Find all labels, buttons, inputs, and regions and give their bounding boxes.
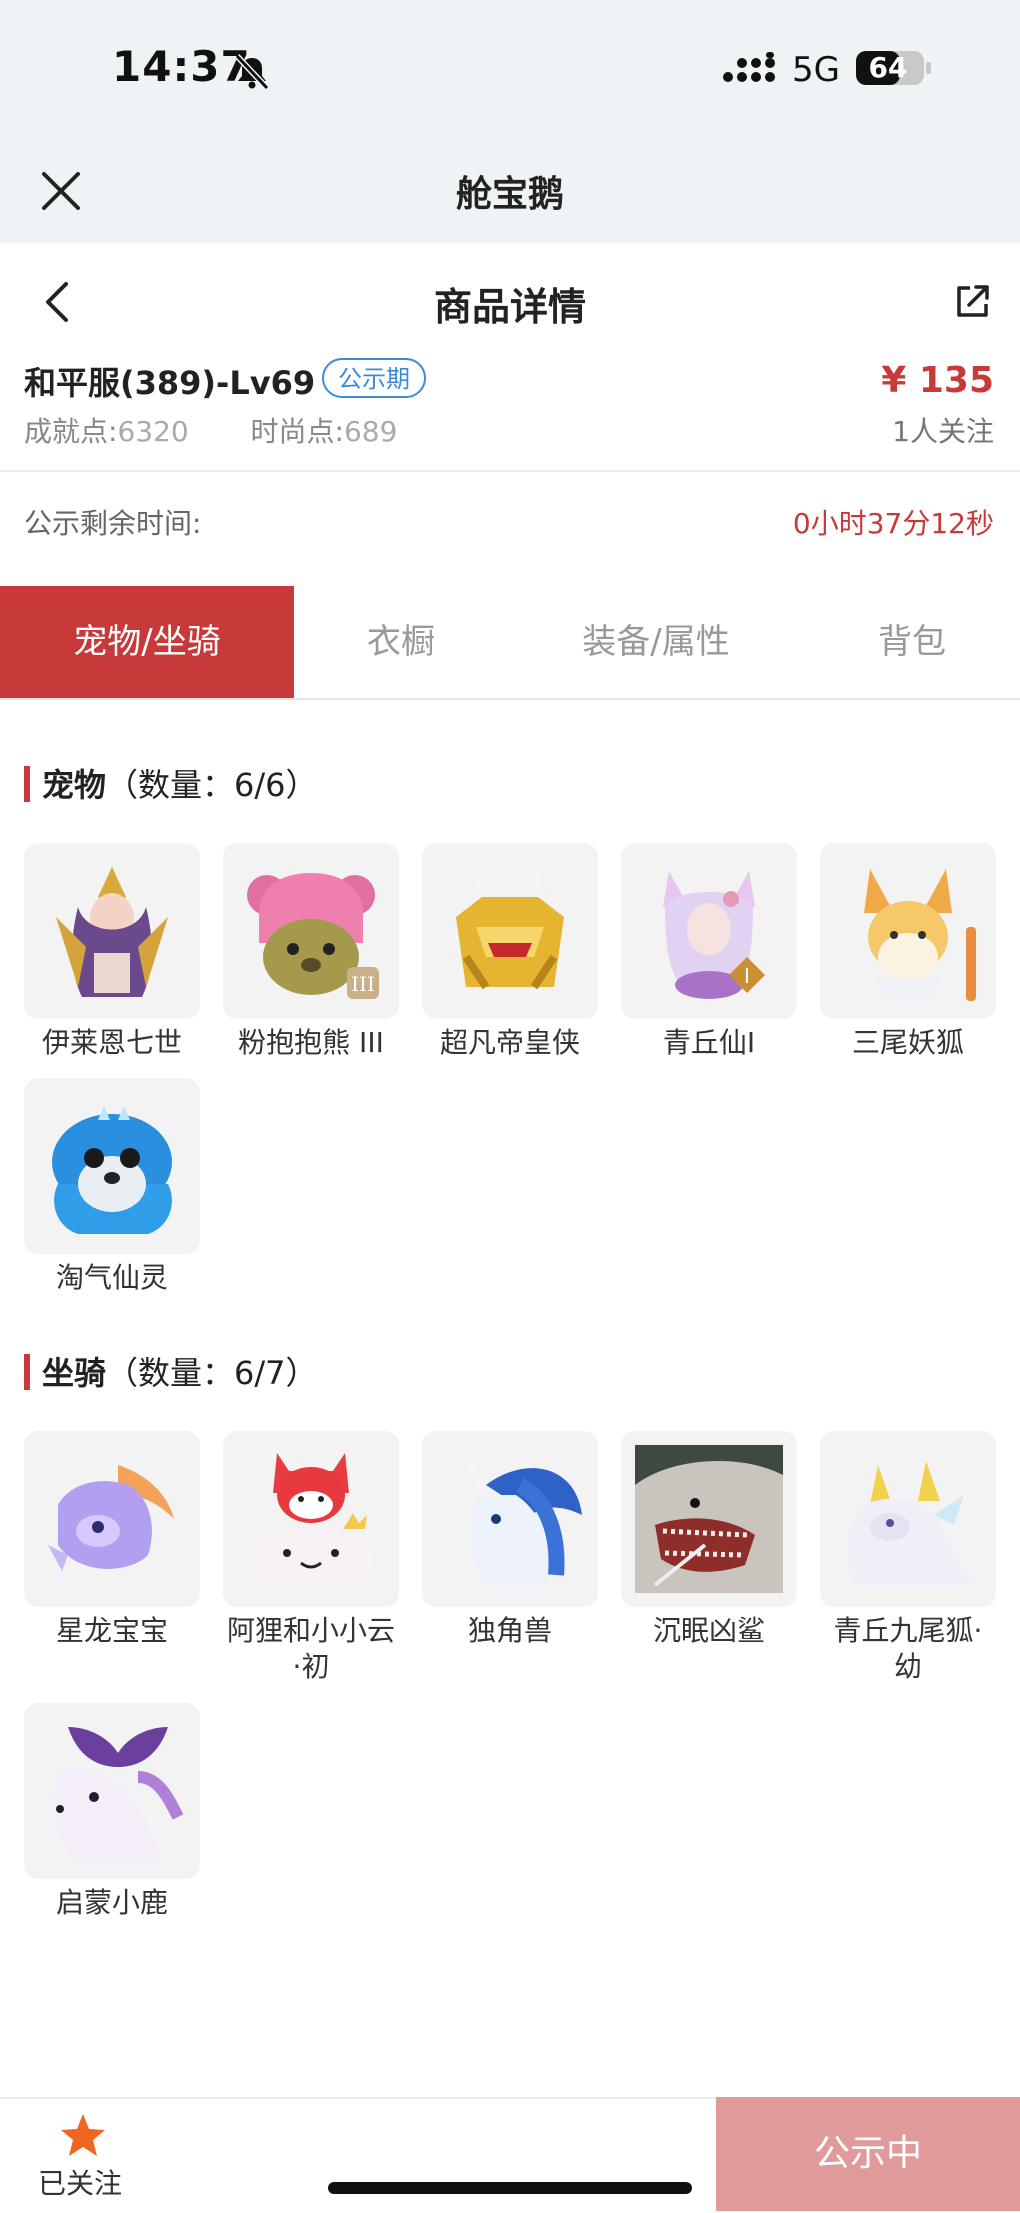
pet-image — [422, 843, 598, 1019]
remaining-time-label: 公示剩余时间: — [24, 507, 202, 540]
mount-image — [820, 1431, 996, 1607]
network-label: 5G — [792, 50, 840, 90]
battery-level: 64 — [868, 51, 908, 84]
svg-text:I: I — [744, 964, 750, 988]
follow-button[interactable]: 已关注 — [38, 2162, 122, 2202]
mounts-title: 坐骑 — [42, 1354, 107, 1392]
pet-image: I — [621, 843, 797, 1019]
app-title: 舱宝鹅 — [455, 174, 564, 215]
pet-label: 超凡帝皇侠 — [439, 1026, 580, 1059]
mount-image — [24, 1703, 200, 1879]
divider — [0, 470, 1020, 472]
mount-item[interactable]: 星龙宝宝 — [24, 1431, 200, 1649]
pet-item[interactable]: I 青丘仙I — [621, 843, 797, 1061]
signal-icon — [723, 52, 775, 82]
pets-title: 宠物 — [42, 766, 107, 804]
mount-item[interactable]: 沉眠凶鲨 — [621, 1431, 797, 1649]
tab-wardrobe[interactable]: 衣橱 — [294, 586, 508, 698]
product-stats: 成就点:6320 时尚点:689 — [24, 410, 397, 450]
home-indicator — [328, 2182, 692, 2194]
mount-item[interactable]: 独角兽 — [422, 1431, 598, 1649]
pet-item[interactable]: 伊莱恩七世 — [24, 843, 200, 1061]
pet-image — [24, 1078, 200, 1254]
pet-label: 青丘仙I — [662, 1026, 756, 1059]
mount-image — [24, 1431, 200, 1607]
price: ¥ 135 — [881, 360, 994, 401]
section-marker — [24, 1354, 30, 1390]
pet-item[interactable]: III 粉抱抱熊 III — [223, 843, 399, 1061]
mount-label: 独角兽 — [467, 1614, 552, 1647]
bell-muted-icon — [234, 53, 270, 91]
achievement-value: 6320 — [117, 415, 189, 448]
pets-section-title: 宠物（数量：6/6） — [24, 760, 318, 806]
mounts-section-title: 坐骑（数量：6/7） — [24, 1348, 318, 1394]
mount-label: 启蒙小鹿 — [55, 1886, 168, 1919]
tab-equipment[interactable]: 装备/属性 — [508, 586, 804, 698]
pet-item[interactable]: 三尾妖狐 — [820, 843, 996, 1061]
page-title: 商品详情 — [433, 285, 586, 329]
status-time: 14:37 — [112, 42, 251, 91]
pet-label: 粉抱抱熊 III — [238, 1026, 384, 1059]
mount-label: 青丘九尾狐·幼 — [833, 1614, 983, 1683]
mount-item[interactable]: 启蒙小鹿 — [24, 1703, 200, 1921]
pet-image — [820, 843, 996, 1019]
follower-count: 1人关注 — [892, 415, 994, 448]
pets-count: （数量：6/6） — [106, 766, 318, 804]
share-icon[interactable] — [954, 284, 990, 320]
pet-image — [24, 843, 200, 1019]
mount-label: 沉眠凶鲨 — [652, 1614, 765, 1647]
mount-label: 星龙宝宝 — [55, 1614, 168, 1647]
pet-item[interactable]: 超凡帝皇侠 — [422, 843, 598, 1061]
tab-pets-mounts[interactable]: 宠物/坐骑 — [0, 586, 294, 698]
fashion-value: 689 — [343, 415, 398, 448]
tab-backpack[interactable]: 背包 — [804, 586, 1020, 698]
product-name: 和平服(389)-Lv69 — [24, 364, 316, 402]
fashion-label: 时尚点: — [250, 415, 344, 448]
svg-text:III: III — [351, 972, 375, 996]
pet-image: III — [223, 843, 399, 1019]
mount-image — [422, 1431, 598, 1607]
achievement-label: 成就点: — [24, 415, 118, 448]
tab-bar: 宠物/坐骑 衣橱 装备/属性 背包 — [0, 586, 1020, 700]
mount-image — [621, 1431, 797, 1607]
pet-label: 淘气仙灵 — [55, 1261, 168, 1294]
mount-item[interactable]: 阿狸和小小云·初 — [223, 1431, 399, 1685]
mount-image — [223, 1431, 399, 1607]
status-badge: 公示期 — [322, 358, 426, 398]
star-icon[interactable] — [60, 2112, 106, 2158]
mount-item[interactable]: 青丘九尾狐·幼 — [820, 1431, 996, 1685]
pet-label: 伊莱恩七世 — [41, 1026, 182, 1059]
mounts-count: （数量：6/7） — [106, 1354, 318, 1392]
mount-label: 阿狸和小小云·初 — [226, 1614, 395, 1683]
remaining-time-value: 0小时37分12秒 — [792, 507, 994, 540]
pet-label: 三尾妖狐 — [851, 1026, 964, 1059]
public-status-button[interactable]: 公示中 — [716, 2097, 1020, 2211]
section-marker — [24, 766, 30, 802]
pet-item[interactable]: 淘气仙灵 — [24, 1078, 200, 1296]
